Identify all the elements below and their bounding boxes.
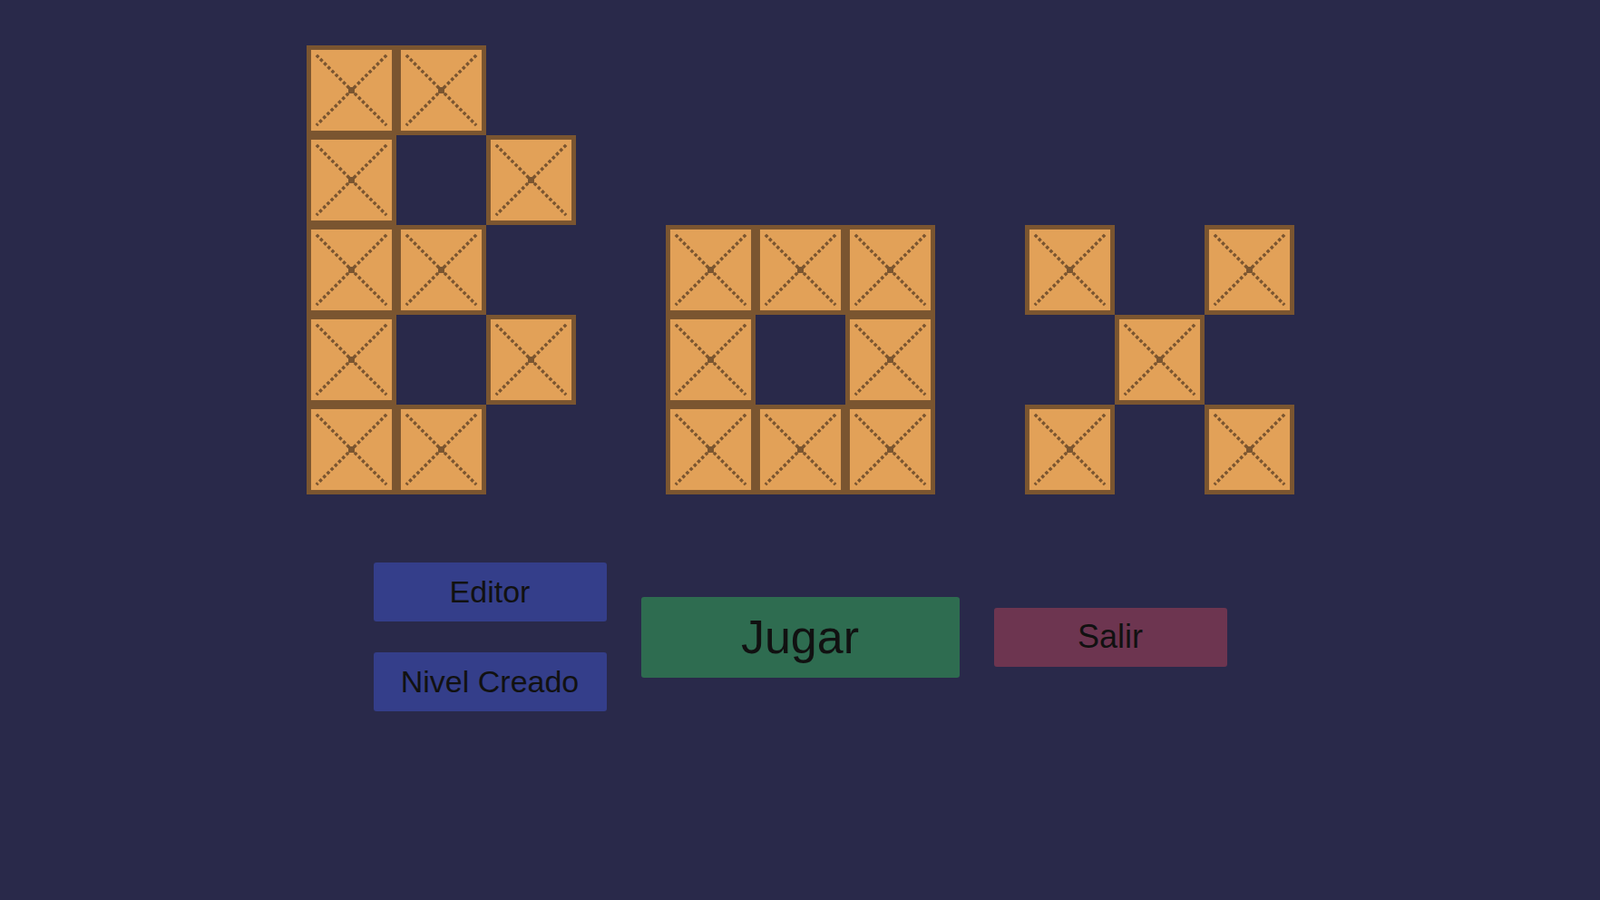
empty-cell: [1024, 314, 1115, 405]
crate-icon: [665, 314, 756, 405]
side-button[interactable]: Nivel Creado: [373, 652, 607, 712]
empty-cell: [755, 45, 846, 136]
main-menu: Editor Nivel Creado Jugar Salir: [0, 0, 1600, 900]
crate-icon: [486, 135, 576, 225]
side-buttons: Editor Nivel Creado: [373, 562, 607, 712]
crate-icon: [845, 404, 936, 495]
crate-icon: [1024, 224, 1115, 315]
crate-icon: [396, 45, 487, 136]
empty-cell: [1204, 135, 1295, 225]
empty-cell: [1204, 45, 1295, 136]
empty-cell: [1024, 135, 1115, 225]
play-button[interactable]: Jugar: [641, 596, 960, 678]
game-logo: [306, 45, 1295, 495]
logo-letter: [306, 45, 576, 495]
empty-cell: [1114, 404, 1205, 495]
empty-cell: [486, 224, 576, 315]
empty-cell: [665, 135, 756, 225]
empty-cell: [486, 45, 576, 136]
exit-button[interactable]: Salir: [994, 607, 1228, 667]
crate-icon: [845, 224, 936, 315]
crate-icon: [755, 224, 846, 315]
crate-icon: [306, 135, 397, 225]
crate-icon: [845, 314, 936, 405]
empty-cell: [665, 45, 756, 136]
empty-cell: [1024, 45, 1115, 136]
crate-icon: [665, 404, 756, 495]
empty-cell: [755, 314, 846, 405]
empty-cell: [1204, 314, 1295, 405]
empty-cell: [396, 135, 487, 225]
crate-icon: [1114, 314, 1205, 405]
crate-icon: [306, 45, 397, 136]
empty-cell: [845, 135, 936, 225]
crate-icon: [306, 224, 397, 315]
empty-cell: [1114, 45, 1205, 136]
logo-letter: [1024, 45, 1295, 495]
menu-buttons: Editor Nivel Creado Jugar Salir: [373, 562, 1228, 712]
crate-icon: [1204, 404, 1295, 495]
empty-cell: [1114, 224, 1205, 315]
crate-icon: [396, 404, 487, 495]
logo-letter: [665, 45, 936, 495]
empty-cell: [1114, 135, 1205, 225]
crate-icon: [486, 314, 576, 405]
crate-icon: [1024, 404, 1115, 495]
crate-icon: [396, 224, 487, 315]
crate-icon: [306, 314, 397, 405]
crate-icon: [665, 224, 756, 315]
crate-icon: [306, 404, 397, 495]
crate-icon: [1204, 224, 1295, 315]
empty-cell: [396, 314, 487, 405]
empty-cell: [486, 404, 576, 495]
crate-icon: [755, 404, 846, 495]
side-button[interactable]: Editor: [373, 562, 607, 622]
empty-cell: [755, 135, 846, 225]
empty-cell: [845, 45, 936, 136]
